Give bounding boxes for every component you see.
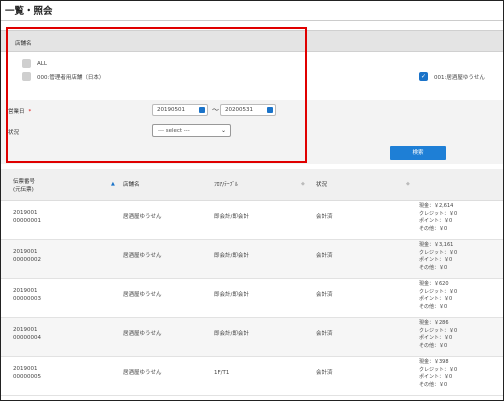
sort-icon[interactable]: ◆ (406, 181, 410, 187)
slip-no-cell: 2019001 00000002 (13, 249, 41, 263)
shop-cell: 居酒屋ゆうせん (123, 331, 162, 337)
column-floor-table[interactable]: ﾌﾛｱ/ﾃｰﾌﾞﾙ (214, 181, 238, 189)
shop-cell: 居酒屋ゆうせん (123, 253, 162, 259)
shop-cell: 居酒屋ゆうせん (123, 292, 162, 298)
sort-icon[interactable]: ▲ (111, 181, 115, 187)
shop-cell: 居酒屋ゆうせん (123, 370, 162, 376)
shop-cell: 居酒屋ゆうせん (123, 214, 162, 220)
table-row[interactable]: 2019001 00000003 居酒屋ゆうせん 即会計/即会計 会計済 現金：￥… (1, 279, 503, 318)
status-cell: 会計済 (316, 253, 333, 259)
table-row[interactable]: 2019001 00000001 居酒屋ゆうせん 即会計/即会計 会計済 現金：￥… (1, 201, 503, 240)
column-status[interactable]: 状況 (316, 181, 327, 189)
floor-table-cell: 即会計/即会計 (214, 253, 249, 259)
floor-table-cell: 即会計/即会計 (214, 292, 249, 298)
floor-table-cell: 即会計/即会計 (214, 331, 249, 337)
status-cell: 会計済 (316, 331, 333, 337)
sort-icon[interactable]: ◆ (301, 181, 305, 187)
amount-cell: 現金：￥398 クレジット：￥0 ポイント：￥0 その他：￥0 (419, 359, 458, 388)
check-icon: ✓ (420, 73, 427, 80)
highlight-box (6, 27, 307, 163)
table-row[interactable]: 2019001 00000004 居酒屋ゆうせん 即会計/即会計 会計済 現金：￥… (1, 318, 503, 357)
column-slip-no[interactable]: 伝票番号 (元伝票) (13, 178, 35, 194)
slip-no-cell: 2019001 00000005 (13, 366, 41, 380)
column-shop[interactable]: 店舗名 (123, 181, 140, 189)
slip-no-cell: 2019001 00000003 (13, 288, 41, 302)
floor-table-cell: 即会計/即会計 (214, 214, 249, 220)
slip-no-cell: 2019001 00000001 (13, 210, 41, 224)
amount-cell: 現金：￥2,614 クレジット：￥0 ポイント：￥0 その他：￥0 (419, 203, 458, 232)
table-header: 伝票番号 (元伝票) ▲ 店舗名 ◆ ﾌﾛｱ/ﾃｰﾌﾞﾙ 状況 ◆ (1, 169, 503, 201)
slip-no-cell: 2019001 00000004 (13, 327, 41, 341)
page-title: 一覧・照会 (5, 6, 53, 17)
amount-cell: 現金：￥286 クレジット：￥0 ポイント：￥0 その他：￥0 (419, 320, 458, 349)
table-row[interactable]: 2019001 00000002 居酒屋ゆうせん 即会計/即会計 会計済 現金：￥… (1, 240, 503, 279)
floor-table-cell: 1F/T1 (214, 370, 230, 376)
title-divider (1, 20, 503, 21)
shop-option-001[interactable]: ✓ 001:居酒屋ゆうせん (419, 72, 485, 81)
amount-cell: 現金：￥620 クレジット：￥0 ポイント：￥0 その他：￥0 (419, 281, 458, 310)
search-button[interactable]: 検索 (390, 146, 446, 160)
status-cell: 会計済 (316, 292, 333, 298)
shop-option-label: 001:居酒屋ゆうせん (434, 74, 485, 81)
table-row[interactable]: 2019001 00000005 居酒屋ゆうせん 1F/T1 会計済 現金：￥39… (1, 357, 503, 396)
status-cell: 会計済 (316, 214, 333, 220)
amount-cell: 現金：￥3,161 クレジット：￥0 ポイント：￥0 その他：￥0 (419, 242, 458, 271)
status-cell: 会計済 (316, 370, 333, 376)
checkbox-checked[interactable]: ✓ (419, 72, 428, 81)
